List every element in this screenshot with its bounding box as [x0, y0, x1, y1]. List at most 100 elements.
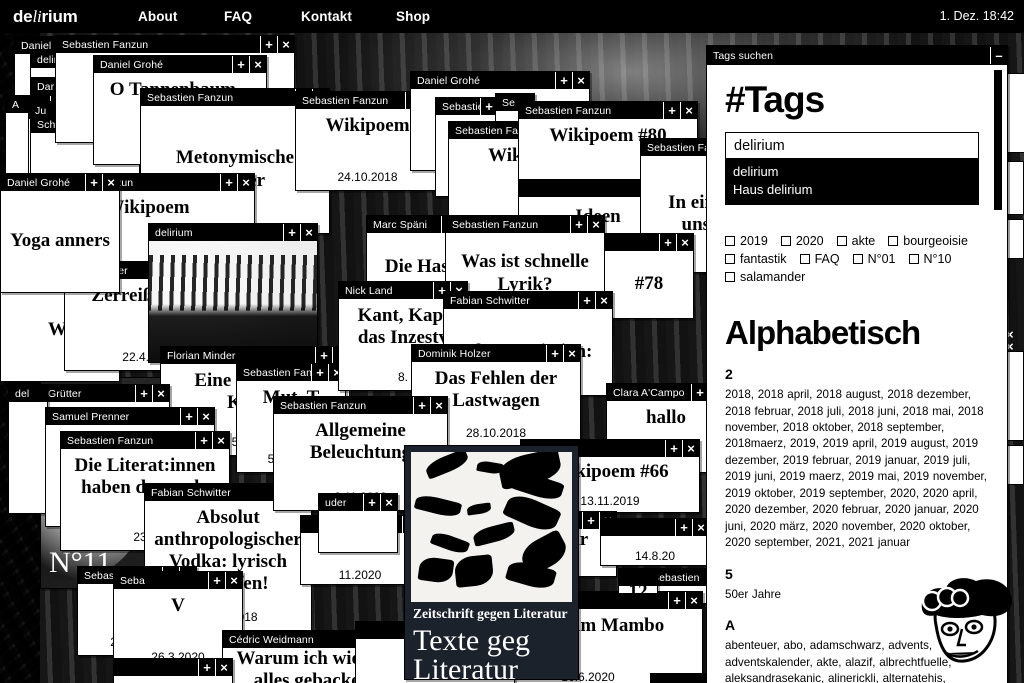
- checkbox-icon[interactable]: [908, 254, 919, 265]
- window-titlebar[interactable]: Sebastien Fanzun+×: [446, 216, 604, 233]
- article-window[interactable]: 12: [618, 568, 658, 594]
- add-icon[interactable]: +: [668, 592, 685, 609]
- add-icon[interactable]: +: [665, 440, 682, 457]
- article-window[interactable]: uder + ×: [318, 493, 398, 553]
- tag-suggestion-item[interactable]: Haus delirium: [733, 181, 971, 199]
- window-titlebar[interactable]: Sebastien Fanzun+×: [519, 102, 697, 119]
- add-icon[interactable]: +: [232, 56, 249, 73]
- nav-item-faq[interactable]: FAQ: [224, 9, 252, 24]
- close-icon[interactable]: ×: [685, 592, 702, 609]
- close-icon[interactable]: ×: [212, 432, 229, 449]
- add-icon[interactable]: +: [283, 224, 300, 241]
- close-icon[interactable]: ×: [680, 102, 697, 119]
- add-icon[interactable]: +: [311, 364, 328, 381]
- add-icon[interactable]: +: [570, 216, 587, 233]
- alpha-tag-list[interactable]: abenteuer, abo, adamschwarz, advents, ad…: [725, 638, 991, 683]
- close-icon[interactable]: ×: [249, 56, 266, 73]
- add-icon[interactable]: +: [578, 292, 595, 309]
- window-titlebar[interactable]: Daniel Grohé + ×: [94, 56, 266, 73]
- close-icon[interactable]: ×: [587, 216, 604, 233]
- close-icon[interactable]: ×: [300, 224, 317, 241]
- window-titlebar[interactable]: uder + ×: [319, 494, 397, 511]
- add-icon[interactable]: +: [659, 234, 676, 251]
- tag-suggestion-item[interactable]: delirium: [733, 163, 971, 181]
- close-icon[interactable]: ×: [225, 572, 242, 589]
- window-titlebar[interactable]: Sebastien Fanzun+×: [61, 432, 229, 449]
- tag-checkbox-bourgeoisie[interactable]: bourgeoisie: [888, 234, 968, 248]
- close-icon[interactable]: ×: [430, 397, 447, 414]
- article-window[interactable]: + × 14.8.20: [600, 518, 710, 566]
- nav-item-shop[interactable]: Shop: [396, 9, 430, 24]
- add-icon[interactable]: +: [663, 102, 680, 119]
- tag-search-input[interactable]: [725, 132, 979, 159]
- window-titlebar[interactable]: Dominik Holzer + ×: [412, 345, 580, 362]
- tags-panel-titlebar[interactable]: Tags suchen –: [707, 46, 1007, 65]
- add-icon[interactable]: +: [135, 385, 152, 402]
- window-titlebar[interactable]: Daniel Grohé + ×: [411, 72, 589, 89]
- tag-checkbox-n01[interactable]: N°01: [852, 252, 896, 266]
- tags-panel-scrollbar[interactable]: [994, 70, 1002, 210]
- close-icon[interactable]: ×: [277, 36, 294, 53]
- add-icon[interactable]: +: [260, 36, 277, 53]
- close-icon[interactable]: ×: [572, 72, 589, 89]
- tag-checkbox-2020[interactable]: 2020: [780, 234, 824, 248]
- add-icon[interactable]: +: [85, 174, 102, 191]
- close-icon[interactable]: ×: [682, 440, 699, 457]
- alpha-tag-list[interactable]: 2018, 2018 april, 2018 august, 2018 deze…: [725, 387, 991, 552]
- checkbox-icon[interactable]: [725, 272, 735, 283]
- tags-panel[interactable]: Tags suchen – #Tags deliriumHaus deliriu…: [706, 45, 1008, 683]
- window-titlebar[interactable]: del: [9, 385, 47, 402]
- add-icon[interactable]: +: [555, 72, 572, 89]
- close-icon[interactable]: ×: [215, 659, 232, 676]
- checkbox-icon[interactable]: [836, 236, 847, 247]
- article-window[interactable]: +×13.11.20: [113, 658, 233, 683]
- checkbox-icon[interactable]: [780, 236, 791, 247]
- window-titlebar[interactable]: delirium +×: [149, 224, 317, 241]
- article-window[interactable]: + × #78: [604, 233, 694, 319]
- add-icon[interactable]: +: [546, 345, 563, 362]
- close-icon[interactable]: ×: [595, 292, 612, 309]
- close-icon[interactable]: ×: [380, 494, 397, 511]
- checkbox-icon[interactable]: [725, 254, 735, 265]
- close-icon[interactable]: ×: [197, 408, 214, 425]
- add-icon[interactable]: +: [413, 397, 430, 414]
- close-icon[interactable]: ×: [237, 174, 254, 191]
- tag-checkbox-2019[interactable]: 2019: [725, 234, 768, 248]
- tag-checkbox-faq[interactable]: FAQ: [799, 252, 840, 266]
- nav-item-kontakt[interactable]: Kontakt: [301, 9, 352, 24]
- window-titlebar[interactable]: +×: [114, 659, 232, 676]
- checkbox-icon[interactable]: [799, 254, 810, 265]
- article-window[interactable]: delirium +×: [148, 223, 318, 363]
- minimize-icon[interactable]: –: [990, 47, 1007, 64]
- nav-item-about[interactable]: About: [138, 9, 177, 24]
- checkbox-icon[interactable]: [888, 236, 899, 247]
- add-icon[interactable]: +: [582, 512, 599, 529]
- add-icon[interactable]: +: [195, 432, 212, 449]
- tag-checkbox-akte[interactable]: akte: [836, 234, 875, 248]
- add-icon[interactable]: +: [220, 174, 237, 191]
- article-window[interactable]: Daniel Grohé + × Yoga anners: [0, 173, 120, 293]
- site-logo[interactable]: delirium: [13, 7, 78, 27]
- tag-checkbox-fantastik[interactable]: fantastik: [725, 252, 787, 266]
- tag-checkbox-salamander[interactable]: salamander: [725, 270, 991, 284]
- add-icon[interactable]: +: [198, 659, 215, 676]
- add-icon[interactable]: +: [208, 572, 225, 589]
- window-titlebar[interactable]: +×: [605, 234, 693, 251]
- close-icon[interactable]: ×: [152, 385, 169, 402]
- window-titlebar[interactable]: Daniel Grohé + ×: [1, 174, 119, 191]
- add-icon[interactable]: +: [675, 519, 692, 536]
- window-titlebar[interactable]: Florian Minder+×: [161, 347, 349, 364]
- magazine-cover-zgl[interactable]: Zeitschrift gegen Literatur Texte geg Lit…: [404, 445, 579, 680]
- window-titlebar[interactable]: Samuel Prenner + ×: [46, 408, 214, 425]
- close-icon[interactable]: ×: [102, 174, 119, 191]
- window-titlebar[interactable]: +×: [601, 519, 709, 536]
- window-titlebar[interactable]: Fabian Schwitter +×: [444, 292, 612, 309]
- window-titlebar[interactable]: Seba + ×: [114, 572, 242, 589]
- checkbox-icon[interactable]: [852, 254, 863, 265]
- window-titlebar[interactable]: Sebastien Fanzun+×: [237, 364, 345, 381]
- window-titlebar[interactable]: Sebastien Fanzun+×: [56, 36, 294, 53]
- close-icon[interactable]: ×: [676, 234, 693, 251]
- add-icon[interactable]: +: [363, 494, 380, 511]
- window-titlebar[interactable]: Sebastien Fanzun+×: [274, 397, 447, 414]
- add-icon[interactable]: +: [180, 408, 197, 425]
